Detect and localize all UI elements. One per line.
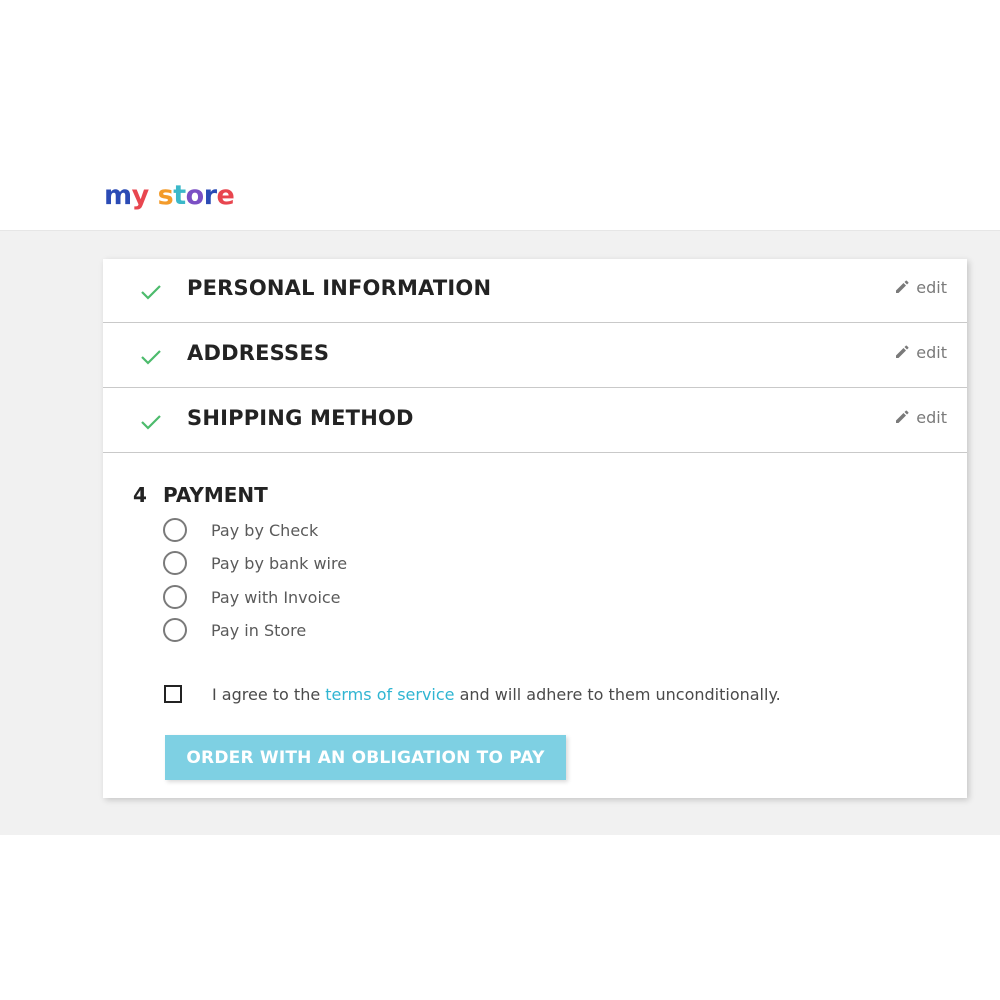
radio-button[interactable] [163,618,187,642]
step-title: PERSONAL INFORMATION [187,276,492,300]
pencil-icon [896,345,909,358]
terms-checkbox[interactable] [164,685,182,703]
radio-button[interactable] [163,585,187,609]
edit-addresses-link[interactable]: edit [894,341,947,363]
terms-prefix: I agree to the [212,684,321,704]
step-title: PAYMENT [163,483,268,507]
step-number: 4 [133,483,147,507]
check-icon [141,415,161,430]
step-title: ADDRESSES [187,341,330,365]
payment-step-title: 4 PAYMENT [133,483,268,507]
pencil-icon [896,410,909,423]
step-addresses: ADDRESSES edit [103,324,967,388]
checkout-card: PERSONAL INFORMATION edit ADDRESSES edit… [103,259,967,798]
pencil-icon [896,280,909,293]
step-shipping-method: SHIPPING METHOD edit [103,389,967,453]
terms-text: I agree to the terms of service and will… [212,685,781,704]
payment-option-check[interactable]: Pay by Check [163,517,318,543]
step-title: SHIPPING METHOD [187,406,414,430]
terms-of-service-link[interactable]: terms of service [325,685,454,704]
payment-option-bank-wire[interactable]: Pay by bank wire [163,550,347,576]
edit-label: edit [916,407,947,427]
edit-personal-information-link[interactable]: edit [894,276,947,298]
payment-option-label: Pay by bank wire [211,553,348,573]
order-button[interactable]: ORDER WITH AN OBLIGATION TO PAY [165,735,566,780]
terms-agreement: I agree to the terms of service and will… [164,682,781,706]
payment-option-label: Pay with Invoice [211,587,341,607]
radio-button[interactable] [163,551,187,575]
terms-suffix: and will adhere to them unconditionally. [459,684,781,704]
payment-option-label: Pay in Store [211,620,307,640]
radio-button[interactable] [163,518,187,542]
edit-label: edit [916,342,947,362]
edit-label: edit [916,277,947,297]
payment-option-label: Pay by Check [211,520,319,540]
store-logo[interactable]: my store [104,176,235,216]
payment-option-invoice[interactable]: Pay with Invoice [163,584,341,610]
check-icon [141,285,161,300]
payment-option-store[interactable]: Pay in Store [163,617,306,643]
check-icon [141,350,161,365]
edit-shipping-method-link[interactable]: edit [894,406,947,428]
step-personal-information: PERSONAL INFORMATION edit [103,259,967,323]
